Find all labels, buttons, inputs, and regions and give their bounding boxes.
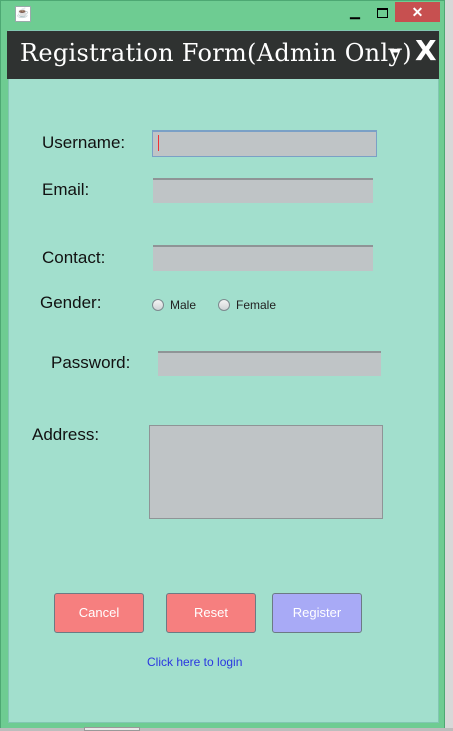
java-cup-icon: ☕	[15, 6, 31, 22]
gender-female-radio[interactable]: Female	[218, 297, 276, 313]
email-label: Email:	[42, 180, 90, 199]
gender-male-radio[interactable]: Male	[152, 297, 196, 313]
radio-button[interactable]	[218, 299, 230, 311]
header-bar: Registration Form(Admin Only) - X	[7, 31, 439, 79]
username-label: Username:	[42, 133, 126, 152]
window-maximize-button[interactable]	[371, 2, 393, 22]
reset-button[interactable]: Reset	[166, 593, 256, 633]
gender-female-label: Female	[236, 298, 277, 312]
gender-male-label: Male	[170, 298, 197, 312]
register-button[interactable]: Register	[272, 593, 362, 633]
contact-input[interactable]	[153, 245, 373, 271]
window-close-button[interactable]: ✕	[395, 2, 440, 22]
email-input[interactable]	[153, 178, 373, 203]
contact-label: Contact:	[42, 248, 106, 267]
window-minimize-button[interactable]: ▁	[344, 2, 366, 22]
password-input[interactable]	[158, 351, 381, 376]
header-close-button[interactable]: X	[415, 34, 437, 67]
login-link[interactable]: Click here to login	[147, 655, 242, 669]
password-label: Password:	[51, 353, 131, 372]
address-label: Address:	[32, 425, 100, 444]
cancel-button[interactable]: Cancel	[54, 593, 144, 633]
address-textarea[interactable]	[149, 425, 383, 519]
username-input[interactable]	[152, 130, 377, 157]
taskbar-item[interactable]	[84, 727, 140, 731]
text-cursor	[158, 135, 159, 151]
gender-label: Gender:	[40, 293, 102, 312]
maximize-icon	[376, 8, 388, 19]
radio-button[interactable]	[152, 299, 164, 311]
page-title: Registration Form(Admin Only)	[20, 39, 412, 67]
header-minimize-button[interactable]: -	[390, 35, 401, 65]
